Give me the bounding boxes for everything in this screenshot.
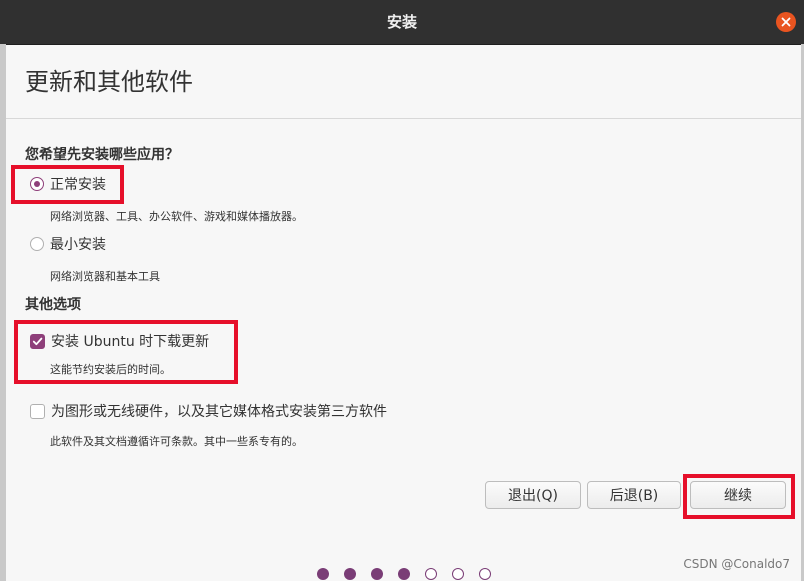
progress-dot bbox=[479, 568, 491, 580]
watermark: CSDN @Conaldo7 bbox=[683, 557, 790, 571]
progress-dot bbox=[425, 568, 437, 580]
minimal-install-radio[interactable] bbox=[30, 237, 44, 251]
normal-install-description: 网络浏览器、工具、办公软件、游戏和媒体播放器。 bbox=[50, 210, 303, 223]
minimal-install-label: 最小安装 bbox=[50, 237, 106, 253]
close-icon bbox=[781, 17, 791, 27]
header-divider bbox=[6, 118, 801, 119]
progress-dot bbox=[398, 568, 410, 580]
apps-section-title: 您希望先安装哪些应用？ bbox=[25, 147, 179, 163]
highlight-normal-install bbox=[11, 165, 124, 204]
page-title: 更新和其他软件 bbox=[25, 68, 193, 96]
progress-dot bbox=[317, 568, 329, 580]
quit-button[interactable]: 退出(Q) bbox=[485, 481, 581, 509]
highlight-download-updates bbox=[14, 320, 238, 384]
minimal-install-option[interactable]: 最小安装 bbox=[30, 234, 106, 254]
third-party-label: 为图形或无线硬件，以及其它媒体格式安装第三方软件 bbox=[51, 404, 387, 420]
progress-dot bbox=[344, 568, 356, 580]
back-button[interactable]: 后退(B) bbox=[587, 481, 681, 509]
progress-dot bbox=[452, 568, 464, 580]
highlight-continue-button bbox=[683, 474, 795, 519]
close-button[interactable] bbox=[776, 12, 796, 32]
window-frame-left bbox=[0, 44, 6, 581]
third-party-checkbox[interactable] bbox=[30, 403, 45, 419]
window-title: 安装 bbox=[386, 13, 417, 31]
minimal-install-description: 网络浏览器和基本工具 bbox=[50, 270, 160, 283]
other-options-title: 其他选项 bbox=[25, 297, 81, 313]
window-titlebar: 安装 bbox=[0, 0, 804, 45]
third-party-description: 此软件及其文档遵循许可条款。其中一些系专有的。 bbox=[50, 435, 303, 448]
third-party-option[interactable]: 为图形或无线硬件，以及其它媒体格式安装第三方软件 bbox=[30, 401, 387, 421]
progress-dot bbox=[371, 568, 383, 580]
